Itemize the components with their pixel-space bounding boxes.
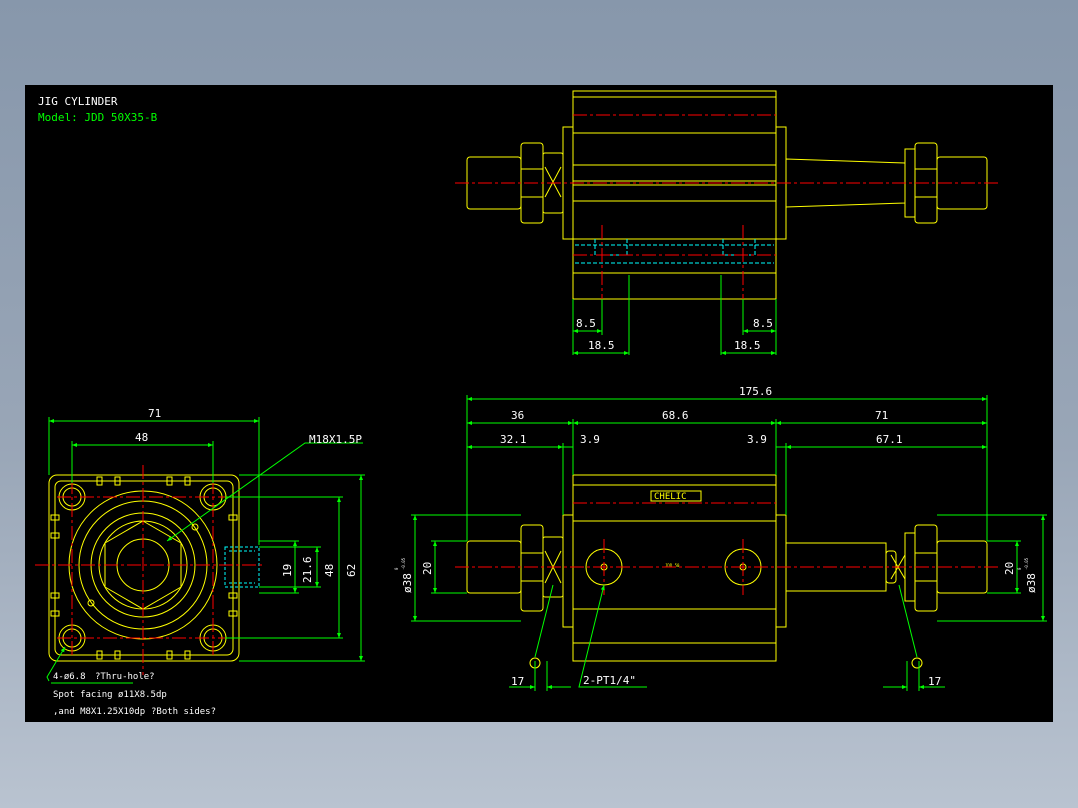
- spot-facing-note: Spot facing ø11X8.5dp: [53, 690, 167, 700]
- dim-18-5-right: 18.5: [734, 339, 761, 352]
- dim-front-48-vertical: 48: [323, 564, 336, 577]
- tol-lower-left: -0.05: [401, 557, 406, 570]
- thread-callout: M18X1.5P: [309, 433, 362, 446]
- dim-front-71: 71: [148, 407, 161, 420]
- dim-175-6: 175.6: [739, 385, 772, 398]
- dim-3-9-left: 3.9: [580, 433, 600, 446]
- dim-17-right: 17: [928, 675, 941, 688]
- tol-upper-right: 0: [1017, 567, 1022, 570]
- dim-front-62: 62: [345, 564, 358, 577]
- side-view: CHELIC JDD 50 175.6 36 68.6 71 32.1 3.9 …: [394, 385, 1047, 691]
- dim-8-5-left: 8.5: [576, 317, 596, 330]
- dim-8-5-right: 8.5: [753, 317, 773, 330]
- dim-front-48: 48: [135, 431, 148, 444]
- tol-lower-right: -0.05: [1024, 557, 1029, 570]
- dim-67-1: 67.1: [876, 433, 903, 446]
- cad-drawing-viewport[interactable]: JIG CYLINDER Model: JDD 50X35-B 8.5 18.5…: [25, 85, 1053, 722]
- dim-20-left: 20: [421, 562, 434, 575]
- dim-68-6: 68.6: [662, 409, 689, 422]
- model-label: Model: JDD 50X35-B: [38, 111, 158, 124]
- dia-38-left: ø38: [401, 573, 414, 593]
- thru-hole-note: ?Thru-hole?: [95, 672, 155, 682]
- title-block: JIG CYLINDER Model: JDD 50X35-B: [38, 95, 158, 124]
- side-right-nut: [914, 524, 938, 612]
- side-left-nut: [520, 524, 544, 612]
- front-view-body: [48, 474, 240, 662]
- front-view: 71 48 M18X1.5P 19 21.6 48 62 4-ø6.8 ?Thr…: [35, 407, 365, 717]
- port-callout: 2-PT1/4": [583, 674, 636, 687]
- drawing-title: JIG CYLINDER: [38, 95, 118, 108]
- cad-drawing: JIG CYLINDER Model: JDD 50X35-B 8.5 18.5…: [35, 90, 1047, 717]
- dim-20-right: 20: [1003, 562, 1016, 575]
- tol-upper-left: 0: [394, 567, 399, 570]
- dim-18-5-left: 18.5: [588, 339, 615, 352]
- dim-17-left: 17: [511, 675, 524, 688]
- dia-38-right: ø38: [1025, 573, 1038, 593]
- both-sides-note: ?Both sides?: [151, 707, 216, 717]
- dim-3-9-right: 3.9: [747, 433, 767, 446]
- dim-36: 36: [511, 409, 524, 422]
- top-view: 8.5 18.5 8.5 18.5: [455, 90, 1001, 355]
- brand-label: CHELIC: [654, 492, 687, 502]
- hole-count-callout: 4-ø6.8: [53, 672, 86, 682]
- top-view-body: [572, 90, 777, 300]
- dim-32-1: 32.1: [500, 433, 527, 446]
- dim-front-21-6: 21.6: [301, 557, 314, 584]
- dim-front-19: 19: [281, 564, 294, 577]
- m8-tap-note: ,and M8X1.25X10dp: [53, 707, 145, 717]
- dim-side-71: 71: [875, 409, 888, 422]
